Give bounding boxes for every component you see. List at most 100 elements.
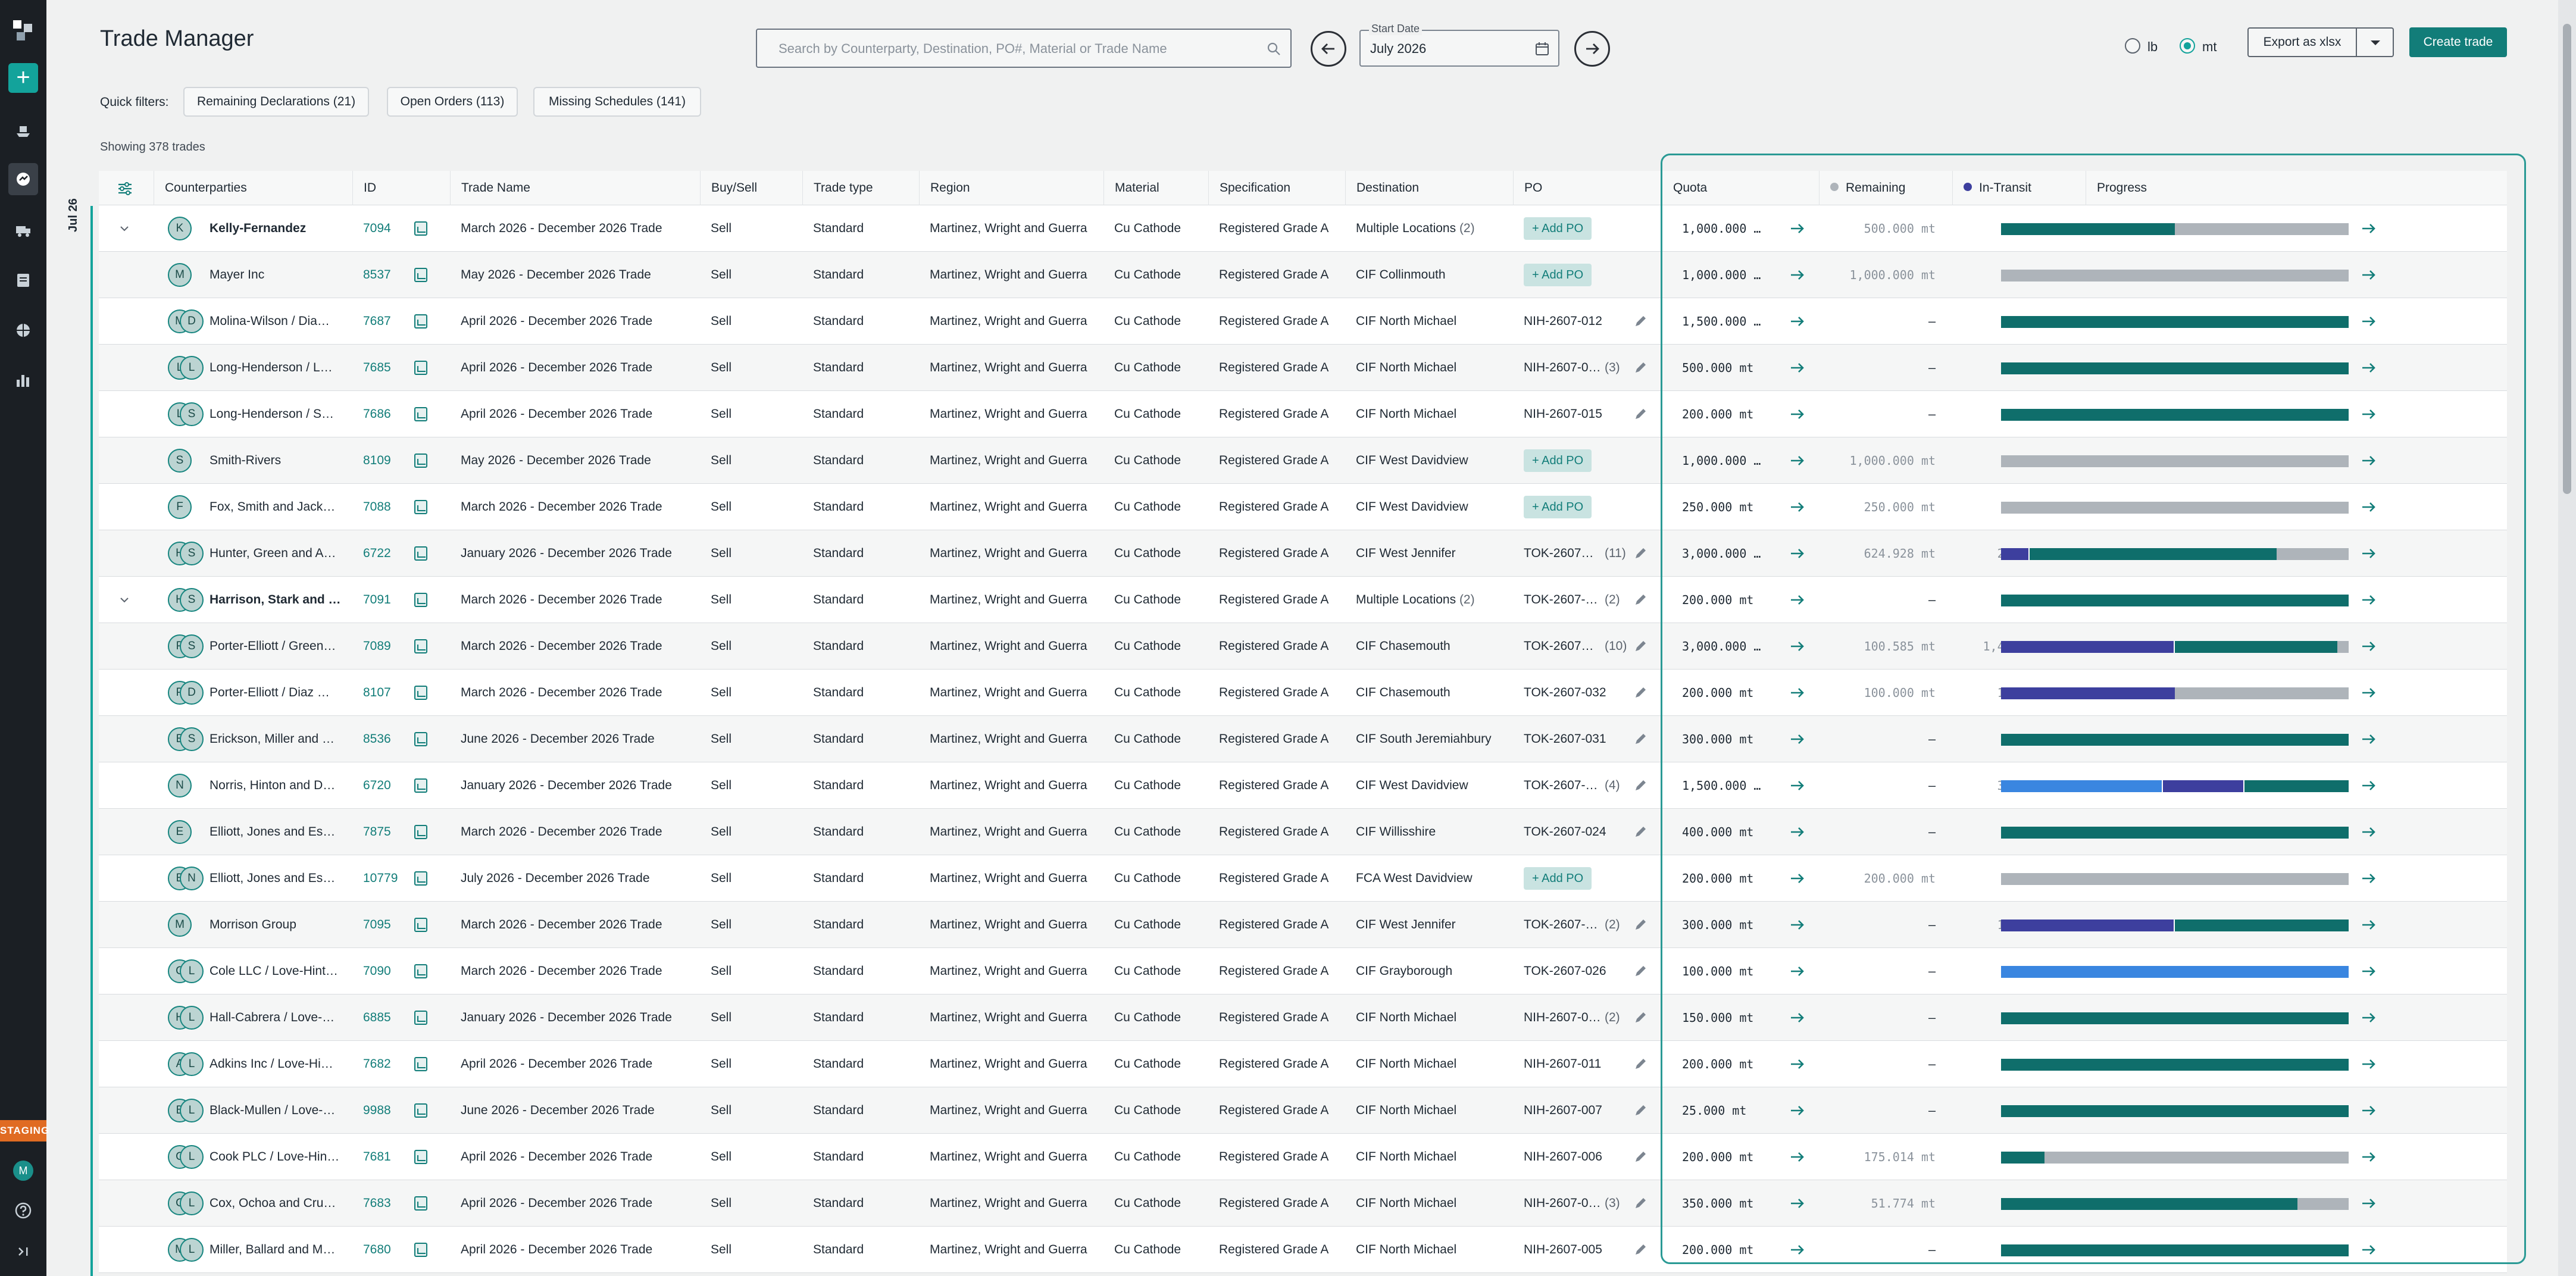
quota-details-arrow-icon[interactable] [1789, 1103, 1805, 1118]
previous-month-button[interactable] [1311, 31, 1346, 67]
progress-details-arrow-icon[interactable] [2361, 1196, 2376, 1211]
progress-details-arrow-icon[interactable] [2361, 778, 2376, 793]
table-row[interactable]: M Mayer Inc 8537 May 2026 - December 2026 T… [99, 252, 2507, 298]
progress-details-arrow-icon[interactable] [2361, 918, 2376, 932]
table-row[interactable]: HLHall-Cabrera / Love-…6885January 2026 … [99, 994, 2507, 1041]
quota-details-arrow-icon[interactable] [1789, 268, 1805, 282]
table-row[interactable]: LLLong-Henderson / L…7685April 2026 - De… [99, 345, 2507, 391]
header-progress[interactable]: Progress [2086, 171, 2507, 205]
quota-details-arrow-icon[interactable] [1789, 546, 1805, 561]
edit-po-icon[interactable] [1633, 407, 1647, 421]
nav-logistics[interactable] [0, 212, 46, 249]
table-row[interactable]: HSHunter, Green and A…6722January 2026 -… [99, 530, 2507, 577]
counterparty-cell[interactable]: LSLong-Henderson / S… [154, 391, 352, 437]
po-count[interactable]: (2) [1605, 577, 1620, 623]
radio-mt-indicator[interactable] [2180, 38, 2195, 54]
edit-po-icon[interactable] [1633, 1057, 1647, 1071]
progress-details-arrow-icon[interactable] [2361, 454, 2376, 468]
quota-details-arrow-icon[interactable] [1789, 732, 1805, 746]
contract-document-icon[interactable] [414, 1057, 427, 1071]
table-row[interactable]: CLCole LLC / Love-Hint…7090March 2026 - … [99, 948, 2507, 994]
table-row[interactable]: CLCox, Ochoa and Cru…7683April 2026 - De… [99, 1180, 2507, 1227]
quota-details-arrow-icon[interactable] [1789, 454, 1805, 468]
edit-po-icon[interactable] [1633, 314, 1647, 329]
table-row[interactable]: PDPorter-Elliott / Diaz …8107March 2026 … [99, 670, 2507, 716]
counterparty-cell[interactable]: HSHunter, Green and A… [154, 530, 352, 577]
quota-details-arrow-icon[interactable] [1789, 1196, 1805, 1211]
header-remaining[interactable]: Remaining [1819, 171, 1952, 205]
trade-id-link[interactable]: 8109 [363, 454, 391, 467]
nav-markets[interactable] [0, 312, 46, 349]
table-row[interactable]: S Smith-Rivers 8109 May 2026 - December 202… [99, 437, 2507, 484]
contract-document-icon[interactable] [414, 1243, 427, 1257]
add-po-button[interactable]: + Add PO [1524, 867, 1592, 890]
progress-details-arrow-icon[interactable] [2361, 825, 2376, 839]
edit-po-icon[interactable] [1633, 361, 1647, 375]
create-trade-button[interactable]: Create trade [2409, 27, 2507, 57]
po-count[interactable]: (2) [1605, 902, 1620, 948]
contract-document-icon[interactable] [414, 1011, 427, 1025]
trade-id-link[interactable]: 7090 [363, 964, 391, 978]
contract-document-icon[interactable] [414, 1103, 427, 1118]
edit-po-icon[interactable] [1633, 1150, 1647, 1164]
trade-id-link[interactable]: 6720 [363, 778, 391, 792]
quota-details-arrow-icon[interactable] [1789, 825, 1805, 839]
quota-details-arrow-icon[interactable] [1789, 314, 1805, 329]
counterparty-cell[interactable]: MLMiller, Ballard and M… [154, 1227, 352, 1273]
counterparty-cell[interactable]: ENElliott, Jones and Es… [154, 855, 352, 902]
header-buy-sell[interactable]: Buy/Sell [700, 171, 802, 205]
quota-details-arrow-icon[interactable] [1789, 500, 1805, 514]
quota-details-arrow-icon[interactable] [1789, 686, 1805, 700]
nav-trade-manager[interactable] [0, 161, 46, 198]
trade-id-link[interactable]: 7685 [363, 361, 391, 374]
progress-details-arrow-icon[interactable] [2361, 1103, 2376, 1118]
edit-po-icon[interactable] [1633, 593, 1647, 607]
contract-document-icon[interactable] [414, 686, 427, 700]
trade-id-link[interactable]: 7686 [363, 407, 391, 421]
counterparty-cell[interactable]: HSHarrison, Stark and … [154, 577, 352, 623]
add-po-button[interactable]: + Add PO [1524, 449, 1592, 472]
column-settings-button[interactable] [99, 171, 154, 205]
quota-details-arrow-icon[interactable] [1789, 639, 1805, 653]
quota-details-arrow-icon[interactable] [1789, 871, 1805, 886]
table-row[interactable]: LSLong-Henderson / S…7686April 2026 - De… [99, 391, 2507, 437]
edit-po-icon[interactable] [1633, 686, 1647, 700]
counterparty-cell[interactable]: CLCox, Ochoa and Cru… [154, 1180, 352, 1227]
po-count[interactable]: (4) [1605, 762, 1620, 809]
table-row[interactable]: N Norris, Hinton and D… 6720 January 2026 -… [99, 762, 2507, 809]
trade-id-link[interactable]: 7094 [363, 221, 391, 235]
trade-id-link[interactable]: 7088 [363, 500, 391, 514]
po-count[interactable]: (3) [1605, 345, 1620, 391]
trade-id-link[interactable]: 6722 [363, 546, 391, 560]
trade-id-link[interactable]: 8537 [363, 268, 391, 282]
header-destination[interactable]: Destination [1345, 171, 1513, 205]
edit-po-icon[interactable] [1633, 1243, 1647, 1257]
progress-details-arrow-icon[interactable] [2361, 546, 2376, 561]
counterparty-cell[interactable]: M Mayer Inc [154, 252, 352, 298]
table-row[interactable]: ALAdkins Inc / Love-Hi…7682April 2026 - … [99, 1041, 2507, 1087]
edit-po-icon[interactable] [1633, 964, 1647, 978]
po-count[interactable]: (11) [1605, 530, 1626, 577]
quota-details-arrow-icon[interactable] [1789, 221, 1805, 236]
trade-id-link[interactable]: 6885 [363, 1011, 391, 1024]
filter-chip-missing-schedules[interactable]: Missing Schedules (141) [533, 87, 701, 117]
nav-documents[interactable] [0, 262, 46, 299]
calendar-icon[interactable] [1534, 41, 1550, 57]
header-trade-type[interactable]: Trade type [802, 171, 919, 205]
progress-details-arrow-icon[interactable] [2361, 361, 2376, 375]
quota-details-arrow-icon[interactable] [1789, 778, 1805, 793]
po-count[interactable]: (10) [1605, 623, 1627, 670]
counterparty-cell[interactable]: PDPorter-Elliott / Diaz … [154, 670, 352, 716]
collapse-chevron-icon[interactable] [119, 223, 130, 234]
destination-count[interactable]: (2) [1459, 221, 1475, 235]
counterparty-cell[interactable]: BLBlack-Mullen / Love-… [154, 1087, 352, 1134]
destination-count[interactable]: (2) [1459, 593, 1475, 606]
contract-document-icon[interactable] [414, 732, 427, 746]
add-po-button[interactable]: + Add PO [1524, 217, 1592, 240]
export-options-dropdown[interactable] [2357, 27, 2394, 57]
header-id[interactable]: ID [352, 171, 450, 205]
trade-id-link[interactable]: 7687 [363, 314, 391, 328]
trade-id-link[interactable]: 9988 [363, 1103, 391, 1117]
counterparty-cell[interactable]: ALAdkins Inc / Love-Hi… [154, 1041, 352, 1087]
table-row[interactable]: M Morrison Group 7095 March 2026 - December… [99, 902, 2507, 948]
